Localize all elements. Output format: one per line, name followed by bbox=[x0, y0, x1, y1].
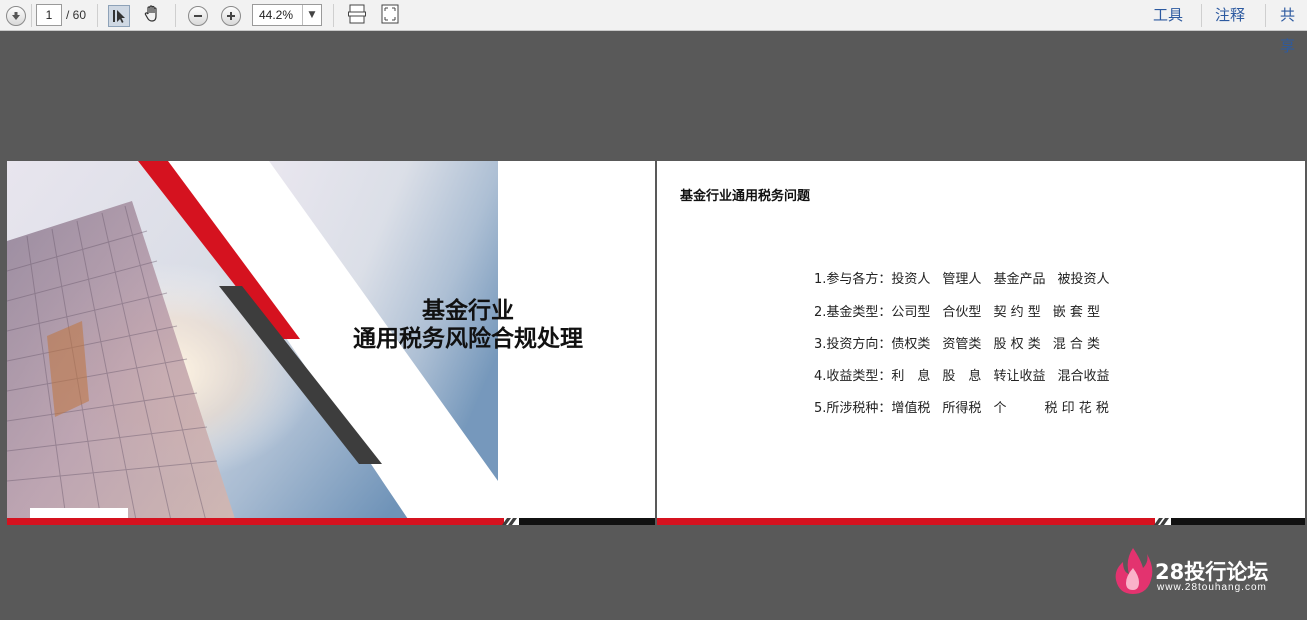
plus-icon bbox=[221, 5, 241, 26]
row-item: 合伙型 bbox=[942, 305, 982, 320]
flame-icon bbox=[1115, 548, 1153, 594]
down-arrow-icon bbox=[6, 5, 26, 26]
toolbar-separator bbox=[1201, 4, 1202, 27]
row-item: 增值税 bbox=[891, 401, 931, 416]
row-item: 资管类 bbox=[942, 337, 982, 352]
row-item: 混 合 类 bbox=[1052, 337, 1100, 352]
fit-width-icon bbox=[348, 4, 366, 28]
row-item: 公司型 bbox=[891, 305, 931, 320]
cover-title-line-2: 通用税务风险合规处理 bbox=[353, 326, 583, 352]
row-label: 3.投资方向： bbox=[814, 337, 892, 352]
row-item: 混合收益 bbox=[1057, 369, 1110, 384]
row-item: 股 息 bbox=[942, 369, 982, 384]
toolbar-separator bbox=[333, 4, 334, 27]
page-total: / 60 bbox=[66, 8, 87, 22]
zoom-value: 44.2% bbox=[259, 8, 294, 22]
page-number-input[interactable]: 1 bbox=[36, 4, 62, 26]
row-item: 契 约 型 bbox=[993, 305, 1041, 320]
row-item: 基金产品 bbox=[993, 272, 1046, 287]
share-link[interactable]: 共享 bbox=[1280, 0, 1307, 55]
row-item: 税 印 花 税 bbox=[1044, 401, 1109, 416]
pdf-page-2: 基金行业通用税务问题 1.参与各方：投资人 管理人 基金产品 被投资人 2.基金类型：… bbox=[657, 161, 1305, 525]
pdf-toolbar: 1 / 60 44.2% ▼ 工具 注释 共享 bbox=[0, 0, 1307, 55]
download-button[interactable] bbox=[4, 0, 28, 31]
row-item: 个 bbox=[993, 401, 1033, 416]
fit-width-button[interactable] bbox=[345, 0, 369, 31]
zoom-out-button[interactable] bbox=[186, 0, 210, 31]
slide-title: 基金行业通用税务问题 bbox=[680, 189, 811, 204]
hand-tool-button[interactable] bbox=[139, 0, 165, 31]
tools-link[interactable]: 工具 bbox=[1153, 0, 1183, 31]
chevron-down-icon[interactable]: ▼ bbox=[302, 5, 321, 25]
cursor-select-icon bbox=[108, 4, 130, 27]
hand-icon bbox=[142, 4, 162, 28]
row-item: 被投资人 bbox=[1057, 272, 1110, 287]
list-item: 3.投资方向：债权类 资管类股 权 类混 合 类 bbox=[814, 333, 1112, 352]
row-item: 所得税 bbox=[942, 401, 982, 416]
toolbar-separator bbox=[1265, 4, 1266, 27]
slide-footer-bar bbox=[657, 518, 1305, 525]
forum-logo-url: www.28touhang.com bbox=[1157, 582, 1267, 593]
row-label: 2.基金类型： bbox=[814, 305, 892, 320]
comment-link[interactable]: 注释 bbox=[1215, 0, 1245, 31]
list-item: 2.基金类型：公司型 合伙型契 约 型嵌 套 型 bbox=[814, 301, 1112, 320]
zoom-select[interactable]: 44.2% ▼ bbox=[252, 4, 322, 26]
row-label: 4.收益类型： bbox=[814, 369, 892, 384]
row-item: 投资人 bbox=[891, 272, 931, 287]
row-item: 股 权 类 bbox=[993, 337, 1041, 352]
row-item: 债权类 bbox=[891, 337, 931, 352]
list-item: 1.参与各方：投资人 管理人 基金产品 被投资人 bbox=[814, 268, 1121, 287]
forum-logo bbox=[1113, 546, 1153, 600]
row-item: 转让收益 bbox=[993, 369, 1046, 384]
pdf-page-1: 基金行业 通用税务风险合规处理 bbox=[7, 161, 655, 525]
row-item: 嵌 套 型 bbox=[1052, 305, 1100, 320]
row-item: 利 息 bbox=[891, 369, 931, 384]
toolbar-separator bbox=[175, 4, 176, 27]
row-item: 管理人 bbox=[942, 272, 982, 287]
row-label: 1.参与各方： bbox=[814, 272, 892, 287]
select-tool-button[interactable] bbox=[106, 0, 132, 31]
list-item: 4.收益类型：利 息股 息转让收益 混合收益 bbox=[814, 365, 1121, 384]
cover-title-line-1: 基金行业 bbox=[422, 298, 514, 324]
toolbar-separator bbox=[97, 4, 98, 27]
zoom-in-button[interactable] bbox=[219, 0, 243, 31]
cover-title: 基金行业 通用税务风险合规处理 bbox=[323, 297, 613, 353]
minus-icon bbox=[188, 5, 208, 26]
toolbar-separator bbox=[31, 4, 32, 27]
fit-page-button[interactable] bbox=[378, 0, 402, 31]
fit-page-icon bbox=[381, 4, 399, 28]
list-item: 5.所涉税种：增值税 所得税个 税 印 花 税 bbox=[814, 397, 1121, 416]
row-label: 5.所涉税种： bbox=[814, 401, 892, 416]
